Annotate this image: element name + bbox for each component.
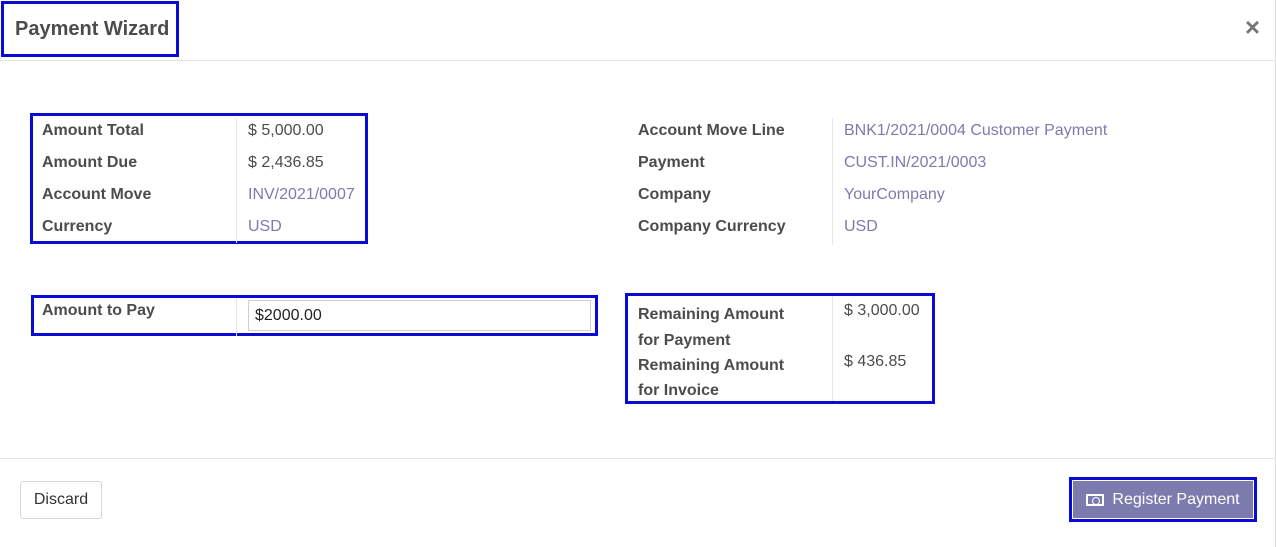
remaining-payment-label-line2: for Payment [638,332,731,349]
register-payment-label: Register Payment [1112,490,1240,508]
amount-to-pay-input[interactable] [248,300,591,331]
remaining-invoice-label-line1: Remaining Amount [638,357,785,374]
remaining-invoice-label-line2: for Invoice [638,382,719,399]
company-label: Company [638,186,711,203]
amount-to-pay-separator [236,298,237,336]
discard-button[interactable]: Discard [20,481,102,519]
company-currency-link[interactable]: USD [844,218,878,236]
amount-to-pay-label: Amount to Pay [42,302,155,319]
money-icon [1086,493,1105,506]
dialog-title: Payment Wizard [15,18,170,40]
currency-label: Currency [42,218,113,235]
close-icon[interactable]: × [1245,14,1260,40]
account-move-link[interactable]: INV/2021/0007 [248,186,355,204]
account-move-label: Account Move [42,186,152,203]
dialog-header: Payment Wizard × [0,0,1276,61]
payment-link[interactable]: CUST.IN/2021/0003 [844,154,986,172]
account-move-line-link[interactable]: BNK1/2021/0004 Customer Payment [844,122,1107,140]
account-move-line-label: Account Move Line [638,122,785,139]
payment-wizard-dialog: Payment Wizard × Amount Total $ 5,000.00… [0,0,1276,547]
remaining-separator [832,296,833,401]
amount-due-value: $ 2,436.85 [248,154,324,171]
right-group-separator [832,118,833,245]
remaining-payment-label-line1: Remaining Amount [638,306,785,323]
register-payment-button[interactable]: Register Payment [1073,481,1253,518]
amount-total-value: $ 5,000.00 [248,122,324,139]
remaining-invoice-label: Remaining Amount for Invoice [638,353,784,403]
amount-total-label: Amount Total [42,122,144,139]
remaining-invoice-value: $ 436.85 [844,353,907,370]
currency-link[interactable]: USD [248,218,282,236]
company-currency-label: Company Currency [638,218,786,235]
payment-label: Payment [638,154,705,171]
left-group-separator [236,118,237,243]
remaining-payment-label: Remaining Amount for Payment [638,302,784,354]
amount-due-label: Amount Due [42,154,138,171]
company-link[interactable]: YourCompany [844,186,945,204]
remaining-payment-value: $ 3,000.00 [844,302,920,319]
